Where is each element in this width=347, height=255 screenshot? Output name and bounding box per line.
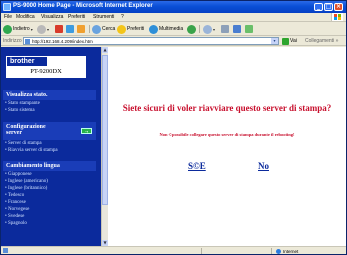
media-button[interactable]: Multimedia [149,24,183,34]
link-lang-norvegese[interactable]: Norvegese [5,207,29,212]
reboot-warning: Non ©possibile collegare questo server d… [159,132,295,137]
link-lang-giapponese[interactable]: Giapponese [5,172,32,177]
toolbar-separator [89,25,90,33]
windows-logo-icon [331,13,343,21]
media-icon [149,24,158,34]
search-button[interactable]: Cerca [92,24,115,34]
mail-button[interactable]: ▾ [203,24,215,34]
page-content: brother PT-9200DX Visualizza stato. Stat… [1,47,346,246]
back-button[interactable]: Indietro ▾ [3,24,33,34]
security-zone: Internet [271,248,341,254]
link-lang-tedesco[interactable]: Tedesco [5,193,24,198]
section-status: Visualizza stato. [3,90,96,100]
globe-icon [276,248,281,254]
address-dropdown-button[interactable]: ▾ [271,38,278,44]
brother-logo: brother PT-9200DX [5,55,87,79]
search-icon [92,24,101,34]
section-config: Configurazione server → [3,122,96,140]
history-button[interactable] [187,24,196,34]
main-frame: Siete sicuri di voler riavviare questo s… [108,47,346,246]
page-icon [25,39,30,44]
stop-button[interactable] [55,24,63,34]
menu-visualizza[interactable]: Visualizza [41,14,63,20]
section-title: Configurazione server [6,124,46,136]
toolbar-separator [199,25,200,33]
section-language: Cambiamento lingua [3,161,96,171]
forward-button[interactable]: ▾ [37,24,49,34]
messenger-button[interactable] [245,24,253,34]
favorites-button[interactable]: Preferiti [117,24,144,34]
status-bar: Internet [1,246,346,254]
address-url[interactable]: http://192.168.4.209/index.htm [32,39,93,44]
home-button[interactable] [77,24,85,34]
edit-button[interactable] [233,24,241,34]
back-arrow-icon [3,24,12,34]
close-button[interactable]: × [334,3,343,11]
refresh-button[interactable] [66,24,74,34]
section-title: Visualizza stato. [6,92,48,98]
model-label: PT-9200DX [30,68,62,75]
address-input[interactable]: http://192.168.4.209/index.htm ▾ [23,37,279,45]
mail-icon [203,24,212,34]
link-stato-sistema[interactable]: Stato sistema [5,108,35,113]
toolbar: Indietro ▾ ▾ Cerca Preferiti Multimedia … [1,22,346,36]
print-icon [221,25,229,33]
status-cell [201,248,261,254]
print-button[interactable] [221,24,229,34]
link-lang-inglese-uk[interactable]: Inglese (britannico) [5,186,47,191]
menu-bar: File Modifica Visualizza Preferiti Strum… [1,13,346,22]
forward-arrow-icon [37,24,46,34]
window-title: PS-9000 Home Page - Microsoft Internet E… [13,3,153,9]
link-lang-inglese-us[interactable]: Inglese (americano) [5,179,48,184]
link-lang-spagnolo[interactable]: Spagnolo [5,221,27,226]
links-button[interactable]: Collegamenti » [305,38,338,44]
zone-label: Internet [283,248,299,254]
link-lang-francese[interactable]: Francese [5,200,26,205]
status-page-icon [3,248,8,253]
link-riavvia-server[interactable]: Riavvia server di stampa [5,148,58,153]
address-bar: Indirizzo http://192.168.4.209/index.htm… [1,36,346,46]
history-icon [187,24,196,34]
sidebar: brother PT-9200DX Visualizza stato. Stat… [1,47,101,246]
edit-icon [233,25,241,33]
confirm-question: Siete sicuri di voler riavviare questo s… [122,103,332,113]
link-stato-stampante[interactable]: Stato stampante [5,101,40,106]
menu-strumenti[interactable]: Strumenti [93,14,114,20]
minimize-button[interactable]: _ [314,3,323,11]
brand-label: brother [7,57,47,66]
sidebar-scrollbar[interactable]: ▲ ▼ [101,47,108,246]
config-go-button[interactable]: → [81,128,92,134]
star-icon [117,24,126,34]
home-icon [77,25,85,33]
browser-window: PS-9000 Home Page - Microsoft Internet E… [0,0,347,255]
go-button[interactable]: Vai [282,37,298,45]
ie-app-icon [3,3,11,11]
messenger-icon [245,25,253,33]
title-bar[interactable]: PS-9000 Home Page - Microsoft Internet E… [1,1,346,13]
link-lang-svedese[interactable]: Svedese [5,214,24,219]
menu-modifica[interactable]: Modifica [16,14,35,20]
go-arrow-icon [282,37,289,45]
address-label: Indirizzo [3,38,22,44]
stop-icon [55,25,63,33]
refresh-icon [66,25,74,33]
link-server-di-stampa[interactable]: Server di stampa [5,141,42,146]
yes-link[interactable]: S©E [188,161,206,171]
maximize-button[interactable]: □ [324,3,333,11]
section-title: Cambiamento lingua [6,163,60,169]
menu-help[interactable]: ? [121,14,124,20]
menu-preferiti[interactable]: Preferiti [68,14,85,20]
menu-file[interactable]: File [4,14,12,20]
no-link[interactable]: No [258,161,269,171]
